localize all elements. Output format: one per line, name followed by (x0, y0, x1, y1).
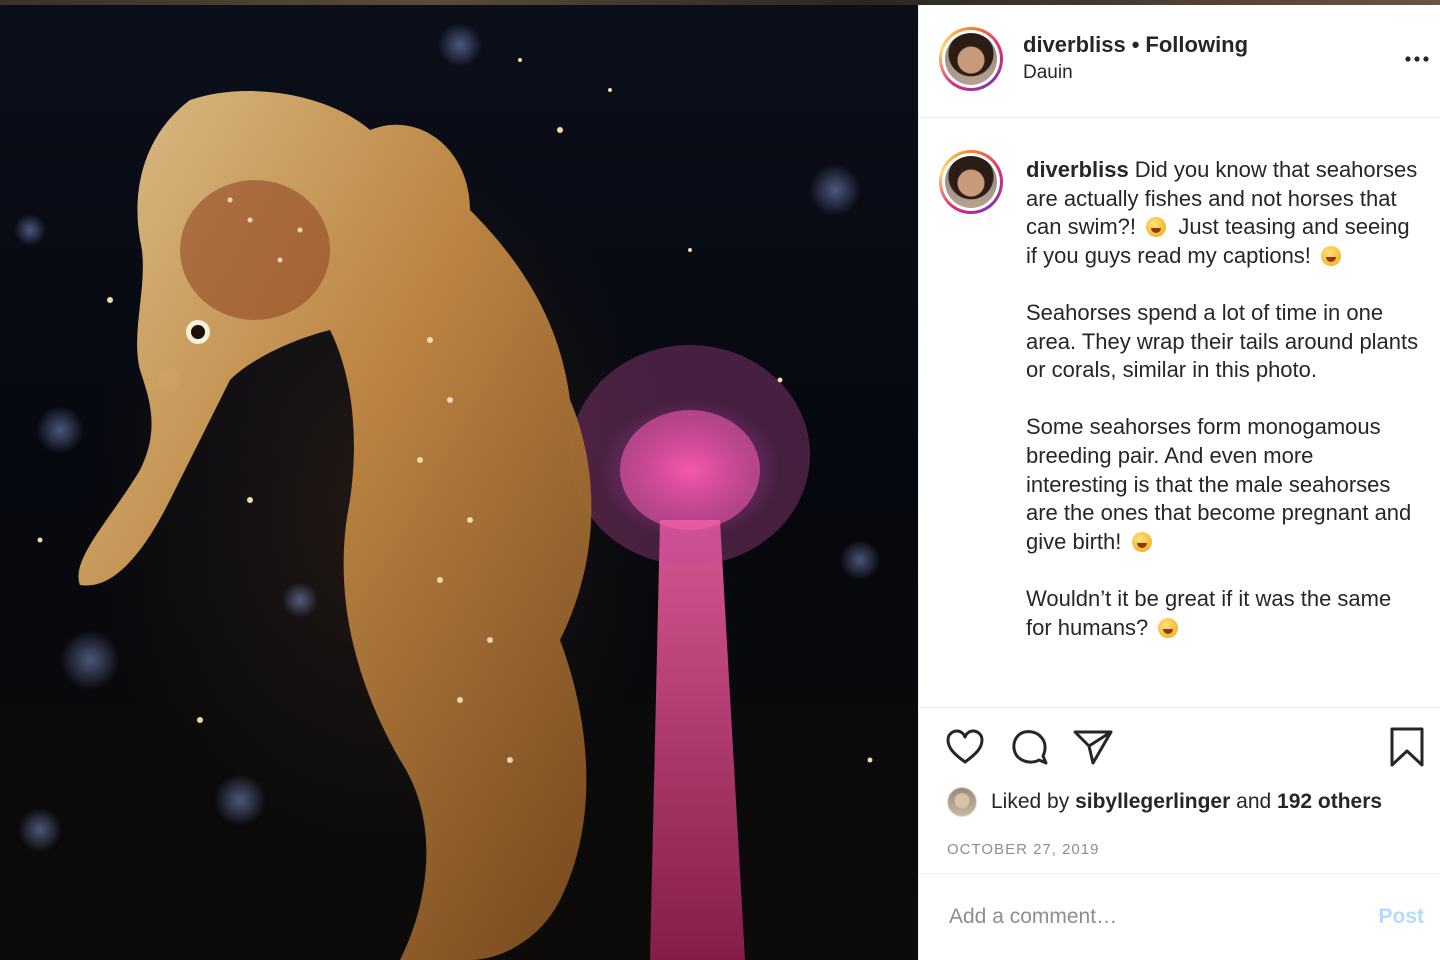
tongue-emoji-icon (1158, 617, 1179, 638)
post-date[interactable]: OCTOBER 27, 2019 (919, 826, 1440, 874)
author-username[interactable]: diverbliss (1023, 32, 1126, 57)
caption-paragraph-2: Seahorses spend a lot of time in one are… (1026, 299, 1419, 383)
comment-form: Post (919, 874, 1440, 960)
post-header: diverbliss • Following Dauin (919, 0, 1440, 118)
tongue-emoji-icon (1321, 245, 1342, 266)
post-comment-button[interactable]: Post (1372, 904, 1430, 930)
share-icon[interactable] (1073, 727, 1113, 767)
comment-input[interactable] (947, 904, 1351, 930)
instagram-post: diverbliss • Following Dauin diverbliss Did… (0, 0, 1440, 960)
post-photo[interactable] (0, 0, 918, 960)
caption-paragraph-4: Wouldn’t it be great if it was the same … (1026, 585, 1392, 640)
avatar-image (945, 32, 997, 85)
action-bar (919, 708, 1440, 786)
following-button[interactable]: Following (1145, 32, 1248, 57)
seahorse-illustration (14, 23, 880, 960)
post-side-panel: diverbliss • Following Dauin diverbliss Did… (918, 0, 1440, 960)
laughing-emoji-icon (1146, 217, 1167, 238)
liker-avatar[interactable] (947, 787, 977, 817)
likes-connector: and (1236, 790, 1272, 813)
separator-dot: • (1131, 32, 1140, 57)
liker-username[interactable]: sibyllegerlinger (1075, 790, 1230, 814)
more-options-icon[interactable] (1404, 46, 1430, 72)
likes-others-link[interactable]: 192 others (1277, 790, 1382, 814)
author-avatar[interactable] (939, 26, 1003, 91)
caption-paragraph-3: Some seahorses form monogamous breeding … (1026, 414, 1412, 554)
browser-top-strip (0, 0, 1440, 5)
liked-by-prefix: Liked by (991, 790, 1070, 813)
location-link[interactable]: Dauin (1023, 60, 1248, 86)
exploding-head-emoji-icon (1131, 531, 1152, 552)
caption-author-avatar[interactable] (939, 150, 1003, 214)
heart-icon[interactable] (945, 727, 985, 767)
avatar-image (945, 156, 997, 208)
caption-text: diverbliss Did you know that seahorses ar… (1026, 156, 1420, 642)
likes-summary: Liked by sibyllegerlinger and 192 others (919, 786, 1440, 818)
bookmark-icon[interactable] (1390, 727, 1424, 772)
caption-section: diverbliss Did you know that seahorses ar… (919, 118, 1440, 708)
author-info: diverbliss • Following Dauin (1023, 31, 1248, 86)
caption-username[interactable]: diverbliss (1026, 157, 1129, 182)
comment-icon[interactable] (1009, 727, 1049, 767)
